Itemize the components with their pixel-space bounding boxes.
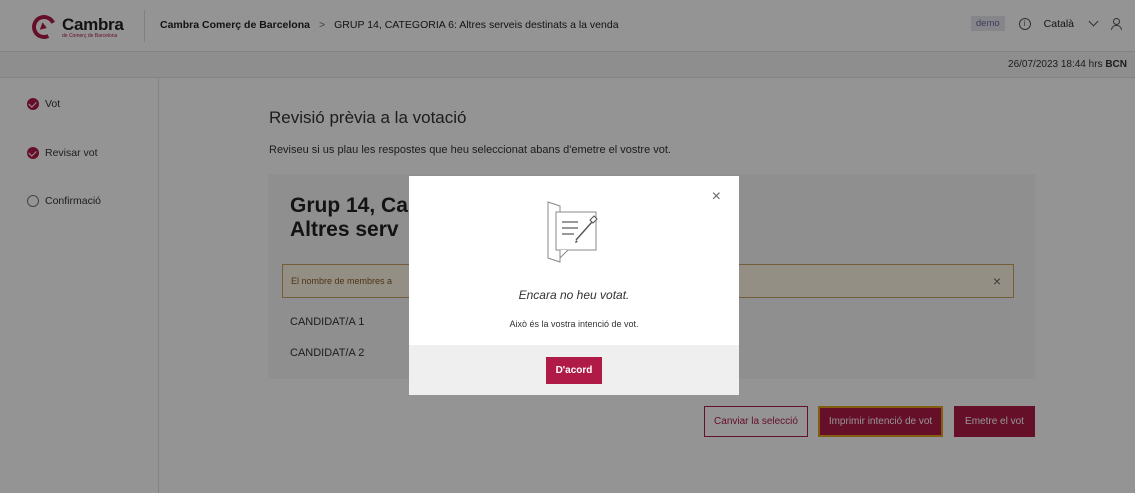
ballot-edit-icon bbox=[547, 201, 598, 263]
dialog-footer: D'acord bbox=[409, 345, 739, 395]
ok-button[interactable]: D'acord bbox=[546, 357, 602, 384]
dialog-text: Això és la vostra intenció de vot. bbox=[509, 319, 639, 329]
not-voted-dialog: × Encara no heu votat. Això és la vostra… bbox=[409, 176, 739, 395]
close-icon[interactable]: × bbox=[712, 188, 721, 206]
dialog-title: Encara no heu votat. bbox=[518, 288, 630, 302]
